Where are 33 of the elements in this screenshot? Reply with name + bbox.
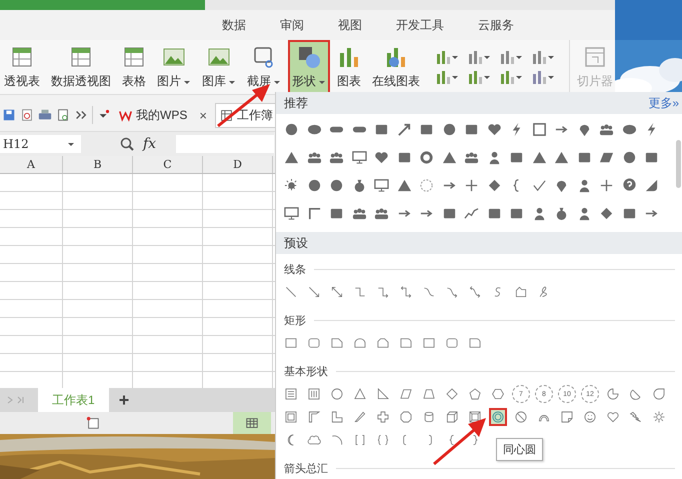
menu-tab[interactable]: 视图 xyxy=(338,14,362,36)
tab-label: 工作簿 xyxy=(236,106,273,124)
ribbon-button[interactable]: 图片 xyxy=(153,40,195,94)
column-header[interactable]: B xyxy=(63,156,133,173)
close-button[interactable]: × xyxy=(199,108,207,122)
group-title: 基本形状 xyxy=(284,365,328,379)
document-tab[interactable]: 工作簿 xyxy=(214,102,278,128)
ribbon-button[interactable]: 透视表 xyxy=(0,40,44,94)
menu-tab[interactable]: 开发工具 xyxy=(396,14,444,36)
group-title: 矩形 xyxy=(284,314,306,328)
name-box[interactable]: H12 xyxy=(0,135,81,153)
column-header[interactable]: D xyxy=(203,156,273,173)
function-button[interactable]: fx xyxy=(143,136,156,152)
add-sheet-button[interactable]: + xyxy=(118,390,130,410)
section-title: 推荐 xyxy=(284,94,308,112)
shape-name-tooltip: 同心圆 xyxy=(496,438,543,461)
ribbon-button[interactable]: 形状 xyxy=(288,40,330,94)
menu-tab[interactable]: 数据 xyxy=(222,14,246,36)
section-title: 预设 xyxy=(284,234,308,252)
ribbon-button[interactable]: 截屏 xyxy=(243,40,285,94)
ribbon-button[interactable]: 数据透视图 xyxy=(47,40,115,94)
ribbon-button[interactable]: 图库 xyxy=(198,40,240,94)
ribbon-button[interactable]: 图表 xyxy=(333,40,365,94)
tab-label: 我的WPS xyxy=(136,106,188,124)
ribbon-button[interactable]: 表格 xyxy=(118,40,150,94)
group-title: 线条 xyxy=(284,263,306,277)
column-header[interactable]: C xyxy=(133,156,203,173)
document-tab[interactable]: 我的WPS × xyxy=(115,104,211,126)
group-title: 箭头总汇 xyxy=(284,462,328,476)
more-link[interactable]: 更多» xyxy=(648,94,679,112)
menu-tab[interactable]: 云服务 xyxy=(478,14,514,36)
menu-tab[interactable]: 审阅 xyxy=(280,14,304,36)
column-header[interactable]: A xyxy=(0,156,63,173)
